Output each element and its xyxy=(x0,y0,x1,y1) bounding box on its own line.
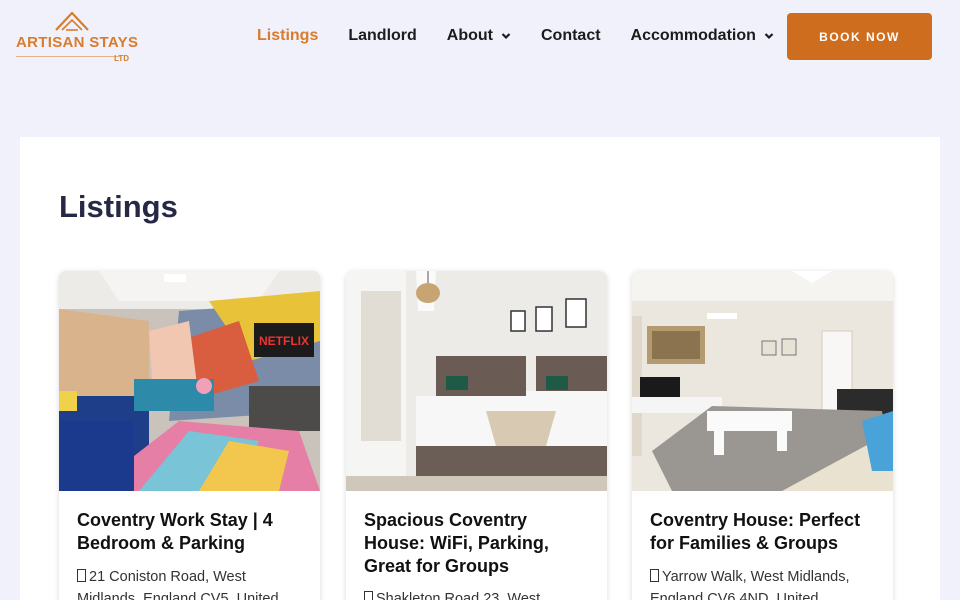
listing-address: Shakleton Road 23, West xyxy=(364,588,592,600)
nav-item-contact[interactable]: Contact xyxy=(541,27,601,45)
nav-item-landlord[interactable]: Landlord xyxy=(348,27,416,45)
map-pin-icon xyxy=(650,569,659,582)
listing-address-text: 21 Coniston Road, West Midlands, England… xyxy=(77,569,279,600)
listing-photo-living-room[interactable]: NETFLIX xyxy=(59,271,320,491)
chevron-down-icon xyxy=(764,33,774,40)
listing-card[interactable]: NETFLIX Coventry Work Stay | 4 Bedroom &… xyxy=(59,271,320,600)
brand-logo[interactable]: ARTISAN STAYS LTD xyxy=(16,10,139,66)
listings-panel: Listings NETFLIX Coventry Work Stay | 4 … xyxy=(20,137,940,600)
listing-title[interactable]: Coventry House: Perfect for Families & G… xyxy=(650,509,878,555)
map-pin-icon xyxy=(364,591,373,600)
listing-card[interactable]: Coventry House: Perfect for Families & G… xyxy=(632,271,893,600)
listing-address-text: Yarrow Walk, West Midlands, England CV6 … xyxy=(650,569,850,600)
listing-address-text: Shakleton Road 23, West xyxy=(376,591,541,600)
nav-item-label: Landlord xyxy=(348,27,417,44)
site-header: ARTISAN STAYS LTD Listings Landlord Abou… xyxy=(0,0,960,80)
listing-address: Yarrow Walk, West Midlands, England CV6 … xyxy=(650,566,878,600)
chevron-down-icon xyxy=(501,33,511,40)
listing-card[interactable]: Spacious Coventry House: WiFi, Parking, … xyxy=(346,271,607,600)
nav-item-label: About xyxy=(446,27,493,44)
brand-name: ARTISAN STAYS xyxy=(16,34,139,51)
nav-item-label: Listings xyxy=(257,27,319,44)
main-nav: Listings Landlord About Contact Accommod… xyxy=(257,26,804,46)
nav-item-label: Accommodation xyxy=(630,27,756,44)
map-pin-icon xyxy=(77,569,86,582)
svg-text:NETFLIX: NETFLIX xyxy=(259,334,309,348)
page-title: Listings xyxy=(59,189,178,224)
listing-title[interactable]: Coventry Work Stay | 4 Bedroom & Parking xyxy=(77,509,305,555)
nav-item-about[interactable]: About xyxy=(447,27,511,45)
brand-suffix: LTD xyxy=(114,54,129,63)
nav-item-listings[interactable]: Listings xyxy=(257,27,318,45)
brand-underline xyxy=(16,56,120,57)
listing-title[interactable]: Spacious Coventry House: WiFi, Parking, … xyxy=(364,509,592,578)
house-roof-icon xyxy=(55,11,89,31)
book-now-button[interactable]: BOOK NOW xyxy=(787,13,932,60)
listing-photo-lounge[interactable] xyxy=(632,271,893,491)
listing-address: 21 Coniston Road, West Midlands, England… xyxy=(77,566,305,600)
nav-item-accommodation[interactable]: Accommodation xyxy=(631,27,774,45)
nav-item-label: Contact xyxy=(540,27,601,44)
listing-photo-bedroom[interactable] xyxy=(346,271,607,491)
